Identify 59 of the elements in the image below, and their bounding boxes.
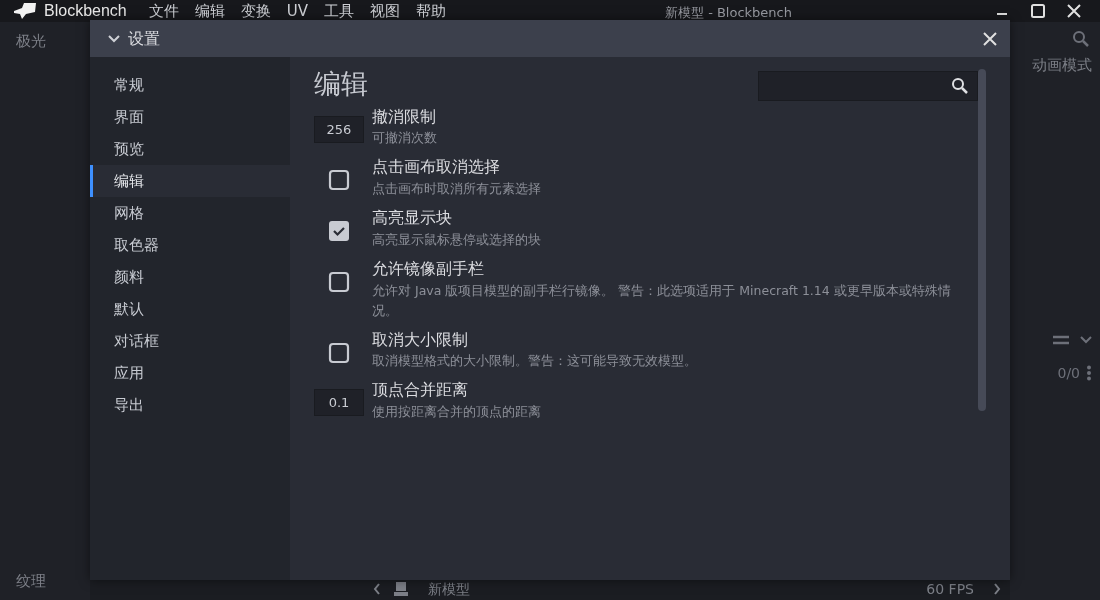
setting-description: 使用按距离合并的顶点的距离 bbox=[372, 402, 541, 421]
category-tab[interactable]: 导出 bbox=[90, 389, 290, 421]
menu-item[interactable]: 变换 bbox=[232, 0, 279, 23]
search-icon bbox=[951, 77, 969, 95]
maximize-icon[interactable] bbox=[1030, 3, 1046, 19]
dialog-title: 设置 bbox=[128, 27, 160, 50]
setting-name: 点击画布取消选择 bbox=[372, 157, 501, 179]
scrollbar[interactable] bbox=[978, 69, 986, 411]
category-tab[interactable]: 默认 bbox=[90, 293, 290, 325]
menu-icon[interactable] bbox=[1052, 334, 1070, 345]
logo-icon bbox=[12, 2, 38, 20]
setting-description: 点击画布时取消所有元素选择 bbox=[372, 180, 541, 199]
menu-item[interactable]: 帮助 bbox=[407, 0, 454, 23]
menu-item[interactable]: 文件 bbox=[140, 0, 187, 23]
number-field[interactable]: 256 bbox=[314, 115, 364, 143]
category-tab[interactable]: 预览 bbox=[90, 133, 290, 165]
category-tab[interactable]: 界面 bbox=[90, 101, 290, 133]
checkbox[interactable] bbox=[328, 169, 350, 192]
setting-name: 取消大小限制 bbox=[372, 329, 469, 351]
setting-description: 高亮显示鼠标悬停或选择的块 bbox=[372, 230, 541, 249]
setting-description: 允许对 Java 版项目模型的副手栏行镜像。 警告：此选项适用于 Minecraft 1.14 或更早版本或特殊情况。 bbox=[372, 281, 952, 320]
checkbox[interactable] bbox=[328, 220, 350, 243]
checkbox[interactable] bbox=[328, 341, 350, 364]
category-tab[interactable]: 网格 bbox=[90, 197, 290, 229]
search-field[interactable] bbox=[758, 71, 978, 101]
menu-item[interactable]: 工具 bbox=[315, 0, 362, 23]
category-tab[interactable]: 应用 bbox=[90, 357, 290, 389]
window-title: 新模型 - Blockbench bbox=[665, 4, 792, 22]
app-name: Blockbench bbox=[44, 1, 127, 21]
chevron-down-icon[interactable] bbox=[1080, 335, 1092, 344]
category-tab[interactable]: 编辑 bbox=[90, 165, 290, 197]
counter-text: 0/0 bbox=[1057, 363, 1080, 383]
section-title: 编辑 bbox=[314, 67, 368, 101]
fps-counter: 60 FPS bbox=[926, 579, 974, 599]
setting-description: 取消模型格式的大小限制。警告：这可能导致无效模型。 bbox=[372, 352, 697, 371]
category-tab[interactable]: 常规 bbox=[90, 69, 290, 101]
category-tab[interactable]: 颜料 bbox=[90, 261, 290, 293]
menu-item[interactable]: 编辑 bbox=[186, 0, 233, 23]
number-field[interactable]: 0.1 bbox=[314, 389, 364, 417]
category-tab[interactable]: 取色器 bbox=[90, 229, 290, 261]
close-icon[interactable] bbox=[1066, 3, 1082, 19]
save-icon[interactable] bbox=[392, 580, 410, 598]
setting-description: 可撤消次数 bbox=[372, 129, 437, 148]
setting-name: 顶点合并距离 bbox=[372, 380, 469, 402]
panel-tab[interactable]: 极光 bbox=[0, 22, 90, 61]
menu-item[interactable]: 视图 bbox=[361, 0, 408, 23]
mode-tab[interactable]: 动画模式 bbox=[1010, 48, 1100, 77]
setting-name: 高亮显示块 bbox=[372, 208, 453, 230]
checkbox[interactable] bbox=[328, 270, 350, 293]
setting-name: 允许镜像副手栏 bbox=[372, 258, 485, 280]
category-tab[interactable]: 对话框 bbox=[90, 325, 290, 357]
panel-tab[interactable]: 纹理 bbox=[0, 561, 90, 600]
chevron-right-icon[interactable] bbox=[992, 582, 1002, 596]
search-icon[interactable] bbox=[1072, 30, 1090, 48]
menu-item[interactable]: UV bbox=[278, 0, 316, 23]
more-icon[interactable] bbox=[1086, 365, 1092, 381]
setting-name: 撤消限制 bbox=[372, 106, 437, 128]
chevron-left-icon[interactable] bbox=[372, 582, 382, 596]
file-name: 新模型 bbox=[428, 579, 470, 599]
